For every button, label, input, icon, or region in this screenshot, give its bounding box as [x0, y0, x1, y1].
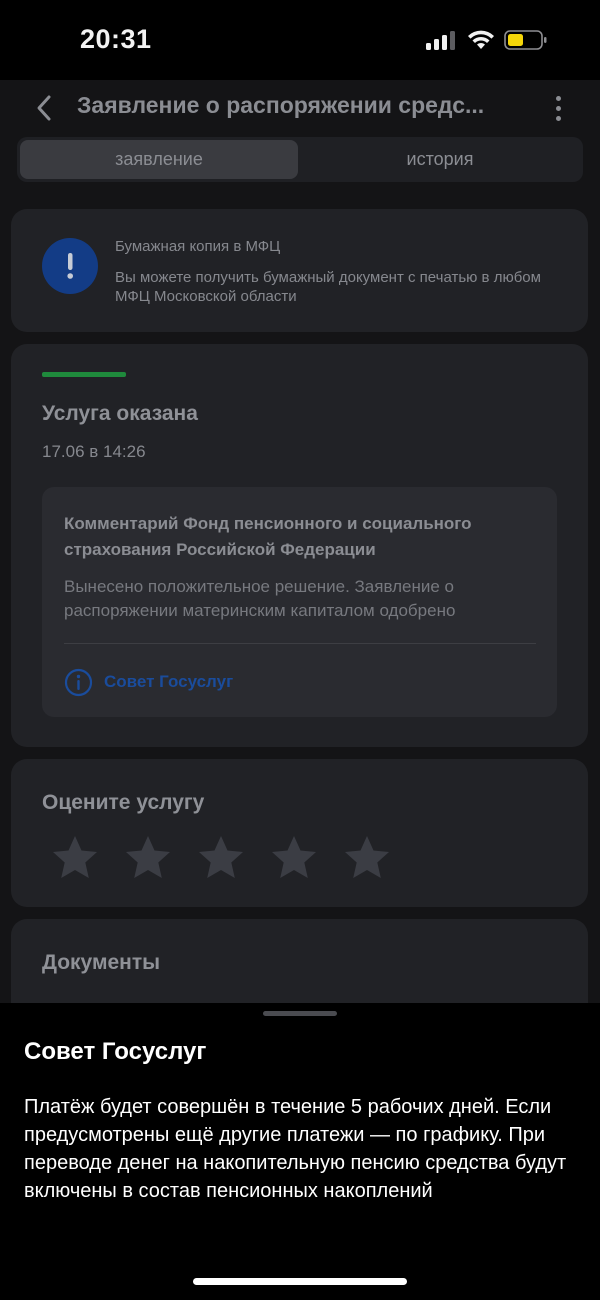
star-icon[interactable]: [50, 833, 100, 883]
info-circle-icon: [64, 668, 93, 696]
page-title: Заявление о распоряжении средс...: [77, 92, 485, 118]
comment-title: Комментарий Фонд пенсионного и социально…: [64, 514, 472, 559]
mfc-text: Вы можете получить бумажный документ с п…: [115, 269, 541, 305]
wifi-icon: [468, 30, 494, 49]
home-indicator[interactable]: [193, 1278, 407, 1285]
status-progress-bar: [42, 372, 126, 377]
tip-link-label: Совет Госуслуг: [104, 672, 234, 691]
sheet-text: Платёж будет совершён в течение 5 рабочи…: [24, 1096, 567, 1202]
star-icon[interactable]: [342, 833, 392, 883]
rating-title: Оцените услугу: [42, 791, 205, 814]
mfc-notice-card: Бумажная копия в МФЦ Вы можете получить …: [11, 209, 588, 332]
more-vertical-icon: [555, 95, 561, 101]
comment-box: Комментарий Фонд пенсионного и социально…: [42, 487, 557, 717]
exclamation-icon: [67, 253, 73, 279]
sheet-title: Совет Госуслуг: [24, 1038, 207, 1065]
tab-history[interactable]: история: [300, 140, 580, 179]
rating-card: Оцените услугу: [11, 759, 588, 907]
documents-title: Документы: [42, 951, 161, 974]
top-bar: Заявление о распоряжении средс...: [0, 80, 600, 136]
status-date: 17.06 в 14:26: [42, 442, 146, 461]
bottom-sheet: Совет Госуслуг Платёж будет совершён в т…: [0, 1003, 600, 1300]
sheet-drag-handle[interactable]: [263, 1011, 337, 1016]
signal-icon: [426, 30, 456, 50]
status-time: 20:31: [80, 24, 152, 54]
back-button[interactable]: [26, 88, 62, 128]
status-card: Услуга оказана 17.06 в 14:26 Комментарий…: [11, 344, 588, 747]
status-title: Услуга оказана: [42, 402, 198, 425]
star-icon[interactable]: [269, 833, 319, 883]
comment-text: Вынесено положительное решение. Заявлени…: [64, 577, 456, 620]
info-badge: [42, 238, 98, 294]
chevron-left-icon: [37, 95, 51, 121]
tip-link[interactable]: Совет Госуслуг: [64, 667, 233, 697]
battery-icon: [504, 30, 547, 50]
divider: [64, 643, 536, 644]
segmented-tabs: заявление история: [17, 137, 583, 182]
star-icon[interactable]: [123, 833, 173, 883]
more-button[interactable]: [545, 90, 571, 126]
tab-application[interactable]: заявление: [20, 140, 298, 179]
star-icon[interactable]: [196, 833, 246, 883]
status-bar: 20:31: [0, 0, 600, 80]
mfc-title: Бумажная копия в МФЦ: [115, 238, 281, 255]
